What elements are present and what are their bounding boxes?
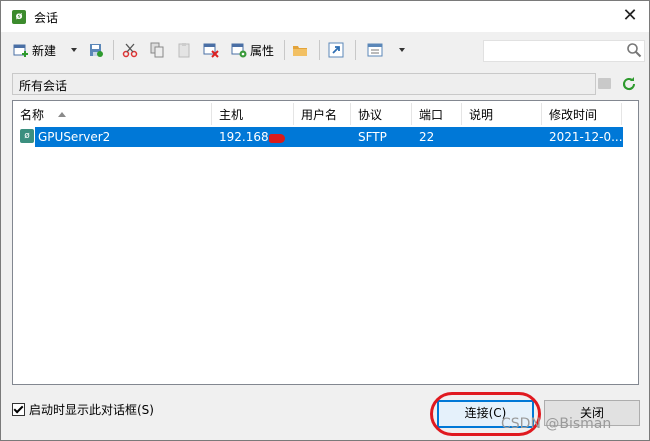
table-row[interactable]: GPUServer2 192.168. SFTP 22 2021-12-0... — [35, 127, 623, 147]
column-header-label: 名称 — [20, 108, 45, 122]
session-port: 22 — [419, 130, 435, 144]
paste-icon — [178, 43, 190, 58]
column-header-name[interactable]: 名称 — [13, 103, 212, 125]
column-header-label: 端口 — [419, 108, 444, 122]
toolbar-separator — [355, 40, 356, 60]
dropdown-arrow-icon — [71, 48, 77, 52]
sessions-dialog: ø 会话 ✕ 新建 属性 所有会话 名称 主机 用户名 协议 端口 说明 修改时… — [0, 0, 650, 441]
startup-checkbox-label: 启动时显示此对话框(S) — [29, 403, 154, 417]
toolbar-separator — [284, 40, 285, 60]
toolbar-separator — [113, 40, 114, 60]
delete-button[interactable] — [203, 41, 219, 59]
folder-icon[interactable] — [598, 78, 611, 89]
properties-label: 属性 — [250, 43, 275, 58]
session-folder-path: 所有会话 — [12, 73, 596, 95]
refresh-icon[interactable] — [621, 76, 637, 92]
column-header-description[interactable]: 说明 — [462, 103, 542, 125]
column-header-user[interactable]: 用户名 — [294, 103, 351, 125]
title-bar: ø 会话 ✕ — [1, 1, 649, 32]
paste-button[interactable] — [176, 41, 192, 59]
cut-button[interactable] — [122, 41, 138, 59]
properties-button[interactable]: 属性 — [231, 41, 274, 59]
sort-ascending-icon — [58, 112, 66, 117]
session-name: GPUServer2 — [38, 130, 111, 144]
save-button[interactable] — [88, 41, 104, 59]
startup-checkbox-row[interactable]: 启动时显示此对话框(S) — [12, 401, 154, 418]
session-protocol: SFTP — [358, 130, 387, 144]
column-header-label: 说明 — [469, 108, 494, 122]
session-list[interactable]: 名称 主机 用户名 协议 端口 说明 修改时间 ø GPUServer2 192… — [12, 100, 639, 385]
redaction-mark — [269, 134, 285, 143]
path-label: 所有会话 — [19, 79, 68, 93]
session-host: 192.168. — [219, 130, 273, 144]
column-header-modified[interactable]: 修改时间 — [542, 103, 622, 125]
new-session-icon — [13, 44, 28, 57]
list-header: 名称 主机 用户名 协议 端口 说明 修改时间 — [13, 103, 638, 125]
folder-icon — [293, 46, 307, 56]
search-icon[interactable] — [626, 42, 642, 58]
shortcut-icon — [328, 42, 344, 58]
column-header-port[interactable]: 端口 — [412, 103, 462, 125]
new-session-label: 新建 — [32, 43, 57, 58]
session-icon: ø — [20, 129, 34, 143]
column-header-label: 用户名 — [301, 108, 338, 122]
delete-icon — [203, 43, 219, 58]
create-shortcut-button[interactable] — [328, 41, 344, 59]
startup-checkbox[interactable] — [12, 403, 25, 416]
properties-icon — [231, 43, 247, 58]
open-folder-button[interactable] — [292, 41, 308, 59]
column-header-label: 修改时间 — [549, 108, 598, 122]
column-header-label: 协议 — [358, 108, 383, 122]
new-session-dropdown[interactable] — [70, 41, 78, 59]
copy-icon — [150, 42, 164, 58]
close-window-button[interactable]: ✕ — [619, 5, 641, 27]
view-button[interactable] — [367, 41, 383, 59]
column-header-label: 主机 — [219, 108, 244, 122]
view-icon — [367, 43, 383, 57]
view-dropdown[interactable] — [398, 41, 406, 59]
search-box[interactable] — [483, 40, 645, 62]
window-title: 会话 — [34, 11, 59, 25]
copy-button[interactable] — [149, 41, 165, 59]
column-header-host[interactable]: 主机 — [212, 103, 294, 125]
session-modified: 2021-12-0... — [549, 130, 623, 144]
toolbar-separator — [319, 40, 320, 60]
cut-icon — [122, 43, 138, 58]
new-session-button[interactable]: 新建 — [13, 41, 56, 59]
watermark: CSDN @Bisman — [501, 416, 612, 432]
dropdown-arrow-icon — [399, 48, 405, 52]
save-icon — [90, 44, 103, 57]
app-icon: ø — [12, 10, 26, 24]
column-header-protocol[interactable]: 协议 — [351, 103, 412, 125]
search-input[interactable] — [486, 42, 626, 60]
